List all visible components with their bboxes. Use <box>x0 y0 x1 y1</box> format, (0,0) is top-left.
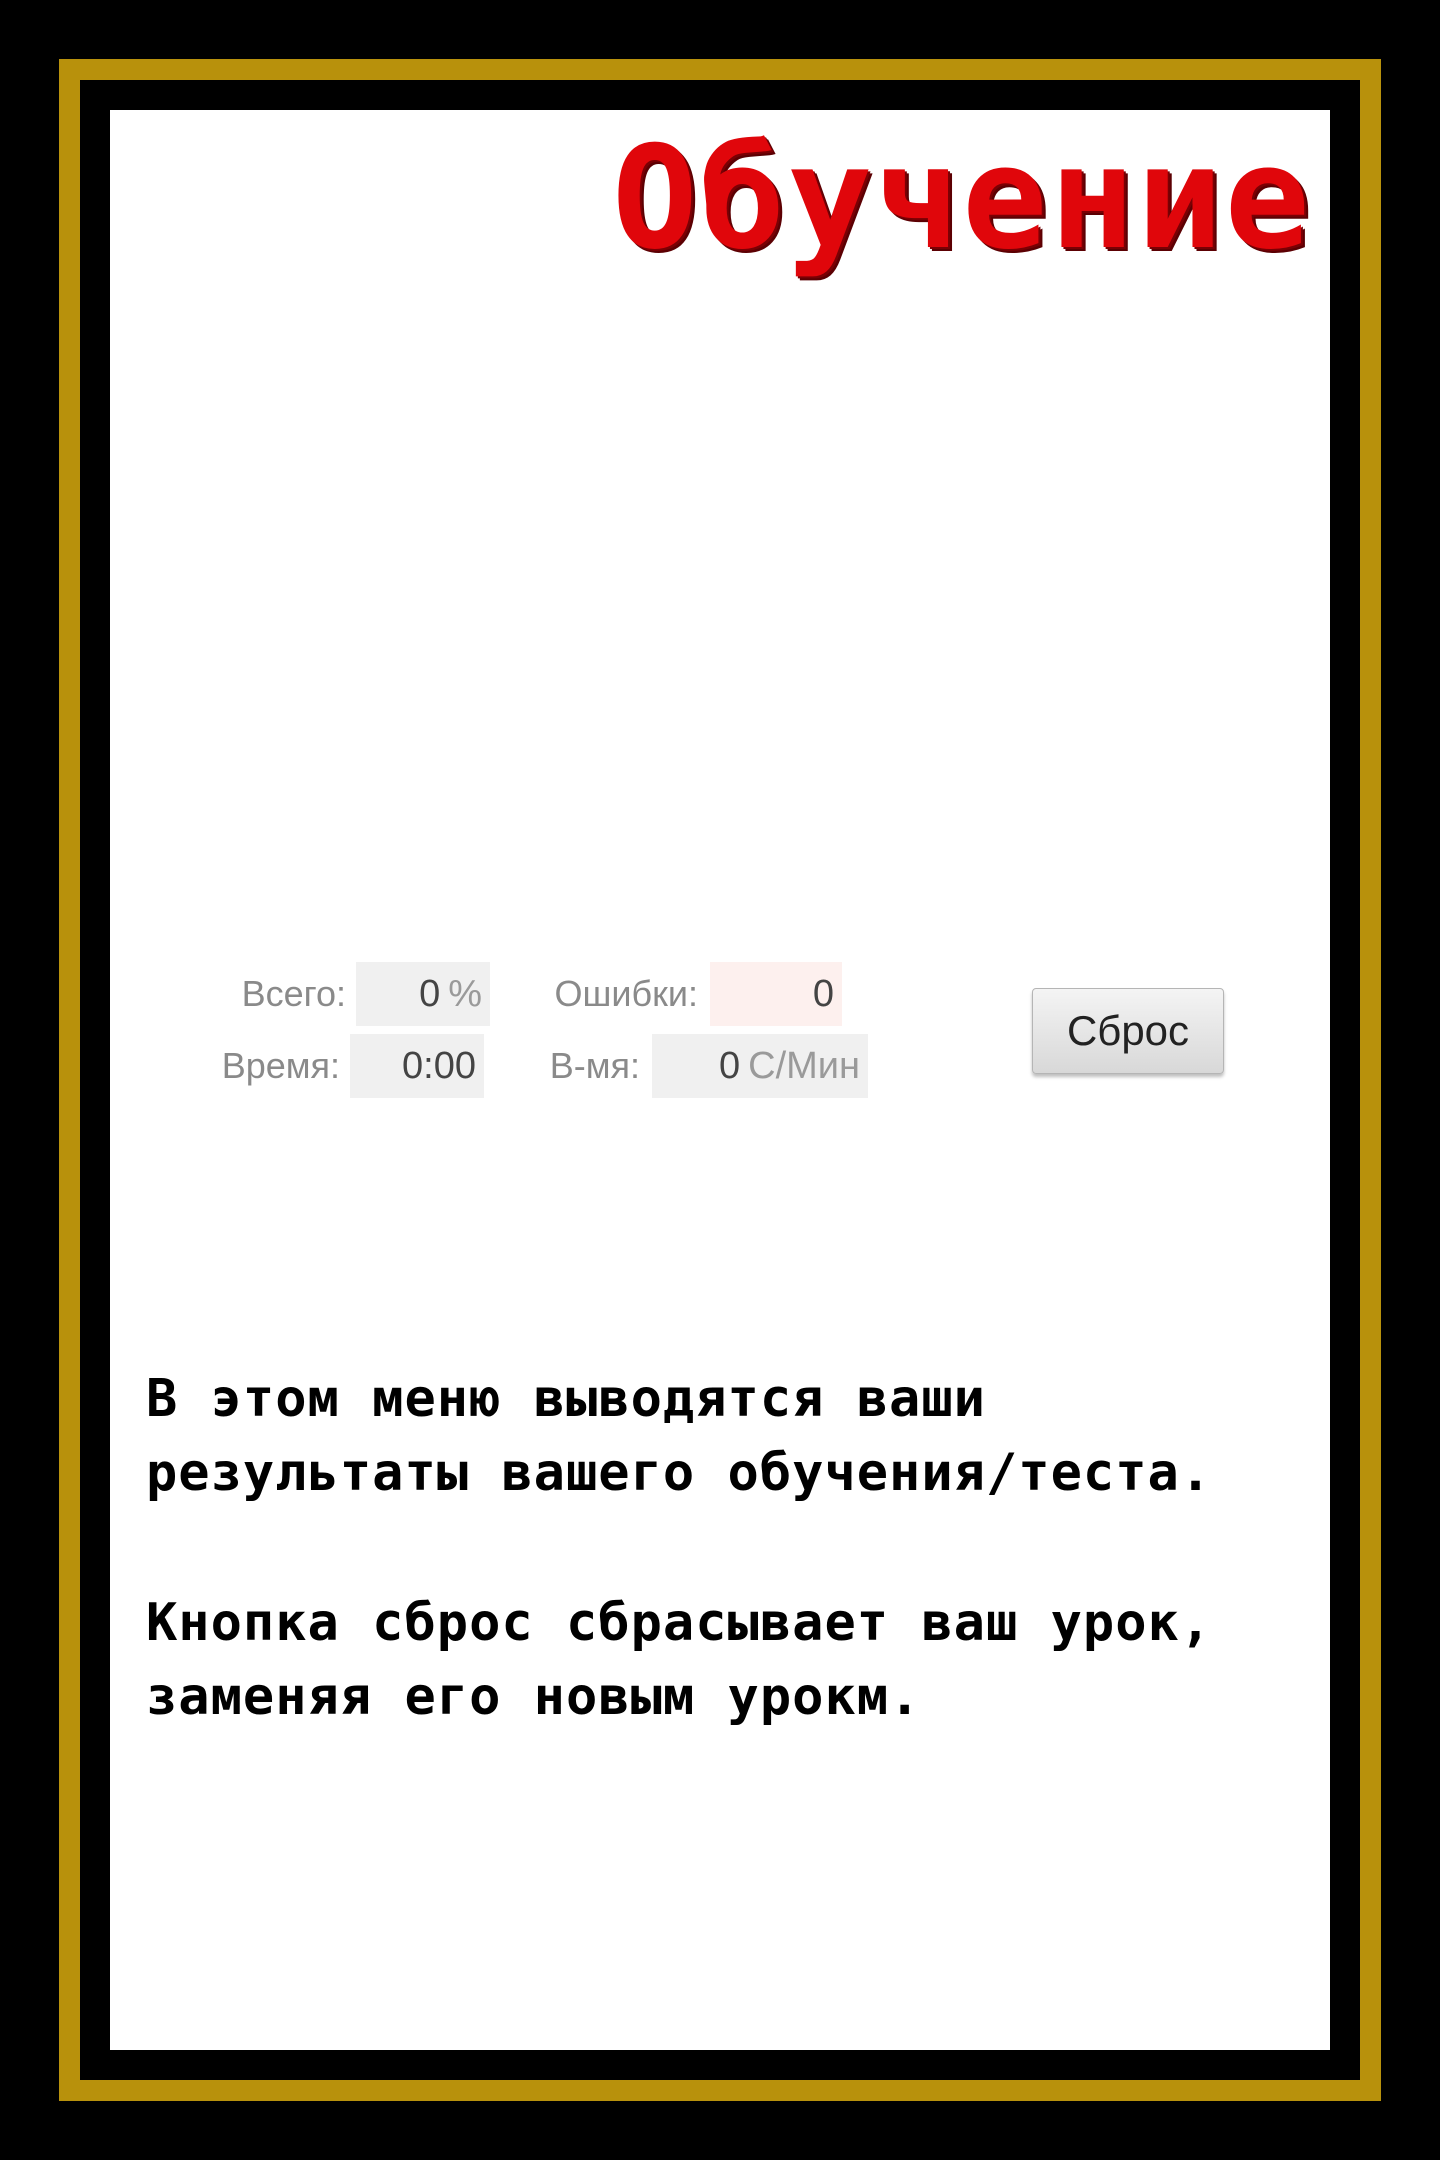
tutorial-panel: Обучение Всего: 0% Ошибки: 0 Время: 0:00… <box>110 110 1330 2050</box>
time-value: 0:00 <box>402 1045 476 1087</box>
reset-button[interactable]: Сброс <box>1032 988 1224 1074</box>
total-value-field: 0% <box>356 962 490 1026</box>
description-line: В этом меню выводятся ваши <box>146 1369 986 1429</box>
errors-value: 0 <box>812 973 834 1015</box>
description-paragraph-2: Кнопка сброс сбрасывает ваш урок, заменя… <box>146 1586 1306 1734</box>
speed-unit: С/Мин <box>748 1045 860 1087</box>
page-title: Обучение <box>612 116 1312 281</box>
total-label: Всего: <box>241 973 346 1014</box>
time-value-field: 0:00 <box>350 1034 484 1098</box>
errors-label: Ошибки: <box>554 973 698 1014</box>
total-unit: % <box>448 973 482 1015</box>
stats-panel: Всего: 0% Ошибки: 0 Время: 0:00 В-мя: 0С… <box>150 962 950 1122</box>
description-line: Кнопка сброс сбрасывает ваш урок, <box>146 1593 1213 1653</box>
total-value: 0 <box>419 973 441 1015</box>
description-paragraph-1: В этом меню выводятся ваши результаты ва… <box>146 1362 1306 1510</box>
errors-value-field: 0 <box>710 962 842 1026</box>
speed-value: 0 <box>718 1045 741 1087</box>
time-label: Время: <box>221 1045 340 1086</box>
description-line: заменяя его новым урокм. <box>146 1667 922 1727</box>
description-line: результаты вашего обучения/теста. <box>146 1443 1213 1503</box>
speed-label: В-мя: <box>549 1045 640 1086</box>
speed-value-field: 0 С/Мин <box>652 1034 868 1098</box>
